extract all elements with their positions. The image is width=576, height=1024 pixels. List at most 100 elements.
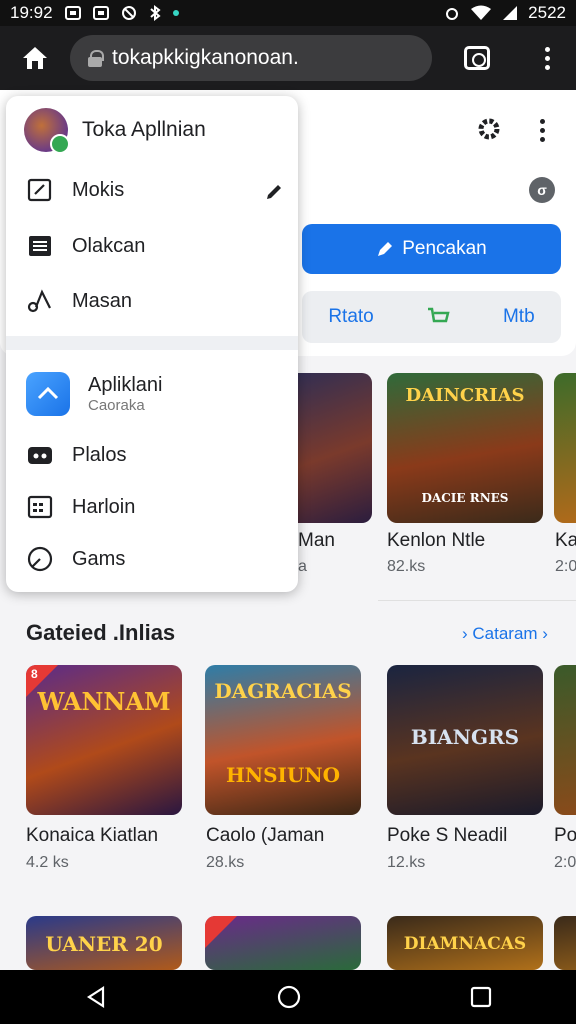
- signal-icon: [503, 6, 518, 20]
- new-badge: [205, 916, 237, 948]
- notification-icon: [92, 6, 109, 20]
- game-thumbnail[interactable]: [554, 665, 576, 815]
- calendar-icon: [26, 493, 54, 521]
- game-thumbnail[interactable]: BIANGRS: [387, 665, 543, 815]
- status-bar: 19:92 2522: [0, 0, 576, 26]
- cart-icon[interactable]: [426, 307, 450, 327]
- game-art-title: DIAMNACAS: [403, 934, 527, 954]
- recents-icon[interactable]: [470, 986, 492, 1008]
- menu-item-label: Masan: [72, 289, 133, 312]
- segment-right[interactable]: Mtb: [503, 306, 535, 328]
- menu-app-title: Toka Apllnian: [82, 118, 206, 141]
- pencil-icon: [378, 242, 393, 256]
- section-title: Gateied .Inlias: [26, 620, 176, 645]
- pencil-icon[interactable]: [264, 182, 284, 202]
- game-thumbnail[interactable]: UANER 20: [26, 916, 182, 970]
- game-title[interactable]: Kenlon Ntle: [387, 530, 485, 552]
- battery-level: 2522: [528, 3, 566, 22]
- game-thumbnail[interactable]: 8 WANNAM: [26, 665, 182, 815]
- home-icon: [23, 47, 47, 69]
- game-thumbnail[interactable]: [205, 916, 361, 970]
- segment-left[interactable]: Rtato: [328, 306, 373, 328]
- game-title[interactable]: Man: [298, 530, 335, 552]
- game-size: 82.ks: [387, 558, 426, 575]
- edit-square-icon: [26, 176, 54, 204]
- back-icon[interactable]: [84, 985, 108, 1009]
- section-see-more[interactable]: › Cataram ›: [462, 624, 548, 644]
- wifi-icon: [471, 5, 492, 20]
- menu-item-gams[interactable]: Gams: [26, 545, 125, 573]
- list-icon: [26, 232, 54, 260]
- game-art-subtitle: DACIE RNES: [421, 491, 509, 505]
- game-thumbnail[interactable]: DAINCRIAS DACIE RNES: [387, 373, 543, 523]
- block-icon: [121, 6, 136, 20]
- menu-item-plalos[interactable]: Plalos: [26, 441, 126, 469]
- menu-item-label: Mokis: [72, 178, 125, 201]
- game-art-title: WANNAM: [37, 687, 171, 716]
- menu-item-mokis[interactable]: Mokis: [26, 176, 124, 204]
- menu-item-harloin[interactable]: Harloin: [26, 493, 135, 521]
- url-text: tokapkkigkanonoan.: [112, 46, 299, 69]
- menu-app-entry[interactable]: Apliklani Caoraka: [26, 372, 162, 416]
- install-button-label: Pencakan: [402, 238, 487, 259]
- app-avatar: [24, 108, 70, 154]
- game-size: 4.2 ks: [26, 854, 69, 871]
- game-art-title: DAGRACIAS: [214, 679, 352, 703]
- game-title[interactable]: Caolo (Jaman: [206, 825, 324, 847]
- game-title[interactable]: Ka: [555, 530, 576, 552]
- gamepad-icon: [26, 441, 54, 469]
- dot-icon: [172, 10, 179, 16]
- home-button[interactable]: [0, 26, 70, 90]
- game-thumbnail[interactable]: DIAMNACAS: [387, 916, 543, 970]
- menu-item-label: Gams: [72, 547, 126, 570]
- game-thumbnail[interactable]: [554, 916, 576, 970]
- menu-app2-subtitle: Caoraka: [88, 397, 145, 414]
- menu-item-label: Plalos: [72, 443, 127, 466]
- section-link-label: Cataram: [472, 624, 538, 643]
- menu-app-header[interactable]: Toka Apllnian: [24, 108, 206, 154]
- game-art-subtitle: HNSIUNO: [225, 763, 341, 787]
- bluetooth-icon: [149, 5, 161, 21]
- notification-icon: [64, 6, 81, 20]
- game-title[interactable]: Po: [554, 825, 576, 847]
- gear-icon[interactable]: [474, 114, 504, 144]
- menu-item-olakcan[interactable]: Olakcan: [26, 232, 145, 260]
- divider: [378, 600, 576, 601]
- menu-divider: [6, 336, 298, 350]
- game-thumbnail[interactable]: [554, 373, 576, 523]
- search-circle-icon: [26, 545, 54, 573]
- page-more-button[interactable]: [532, 116, 552, 144]
- install-button[interactable]: Pencakan: [302, 224, 561, 274]
- app-menu: Toka Apllnian Mokis Olakcan Masan Aplikl…: [6, 96, 298, 592]
- game-art-title: UANER 20: [45, 932, 163, 956]
- address-bar[interactable]: tokapkkigkanonoan.: [70, 35, 432, 81]
- game-size: a: [298, 558, 307, 575]
- tabs-icon: [464, 46, 490, 70]
- menu-item-label: Olakcan: [72, 234, 146, 257]
- game-size: 2:0: [554, 854, 576, 871]
- browser-menu-button[interactable]: [522, 26, 572, 90]
- badge-label: 8: [31, 667, 38, 681]
- browser-toolbar: tokapkkigkanonoan.: [0, 26, 576, 90]
- menu-item-label: Harloin: [72, 495, 136, 518]
- game-size: 2:0: [555, 558, 576, 575]
- app-icon: [26, 372, 70, 416]
- game-art-title: DAINCRIAS: [405, 385, 525, 406]
- game-title[interactable]: Konaica Kiatlan: [26, 825, 158, 847]
- game-thumbnail[interactable]: DAGRACIAS HNSIUNO: [205, 665, 361, 815]
- game-title[interactable]: Poke S Neadil: [387, 825, 507, 847]
- info-icon[interactable]: σ: [529, 177, 555, 203]
- tabs-button[interactable]: [432, 26, 522, 90]
- game-art-title: BIANGRS: [410, 725, 520, 749]
- game-size: 12.ks: [387, 854, 426, 871]
- menu-item-masan[interactable]: Masan: [26, 287, 132, 315]
- home-circle-icon[interactable]: [276, 984, 302, 1010]
- menu-app2-title: Apliklani: [88, 374, 163, 396]
- status-time: 19:92: [10, 3, 53, 22]
- lock-icon: [88, 50, 104, 67]
- action-segment: Rtato Mtb: [302, 291, 561, 343]
- alarm-icon: [446, 8, 459, 20]
- game-size: 28.ks: [206, 854, 245, 871]
- system-nav-bar: [0, 970, 576, 1024]
- music-note-icon: [26, 287, 54, 315]
